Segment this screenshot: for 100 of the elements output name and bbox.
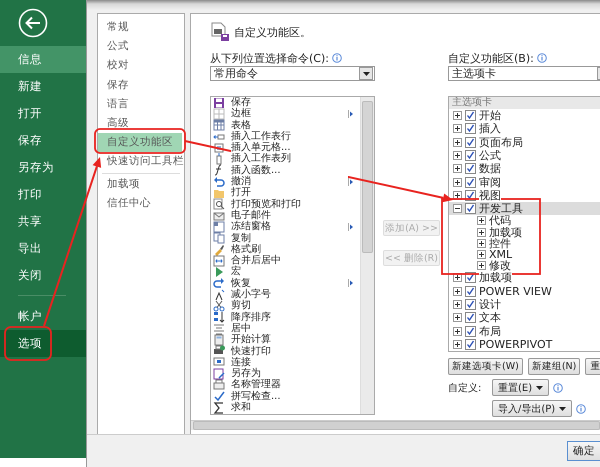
- checkbox[interactable]: [465, 203, 476, 214]
- expand-icon[interactable]: [453, 164, 462, 174]
- reset-button[interactable]: 重置(E): [492, 379, 550, 396]
- category-item[interactable]: 校对: [98, 56, 184, 76]
- ok-button[interactable]: 确定: [567, 441, 600, 461]
- sidebar-item[interactable]: 另存为: [0, 154, 86, 181]
- pane-grid-icon: [213, 220, 225, 233]
- customize-label: 自定义:: [448, 382, 482, 394]
- sidebar-item[interactable]: 关闭: [0, 262, 86, 289]
- tree-item[interactable]: 开发工具: [449, 202, 600, 216]
- checkbox[interactable]: [465, 312, 476, 324]
- expand-icon[interactable]: [453, 326, 462, 336]
- magnifier-icon: [213, 198, 225, 210]
- tree-item[interactable]: 视图: [449, 188, 505, 202]
- info-icon: [536, 53, 547, 63]
- tree-item[interactable]: 控件: [449, 238, 515, 249]
- category-item[interactable]: 加载项: [98, 174, 184, 194]
- expand-icon[interactable]: [453, 313, 462, 322]
- category-item[interactable]: 自定义功能区: [98, 133, 182, 152]
- checkbox[interactable]: [465, 338, 476, 350]
- highlight-frame: [4, 326, 52, 361]
- sigma-icon: [213, 402, 225, 414]
- grid-icon: [213, 108, 225, 120]
- sidebar-item[interactable]: 打印: [0, 181, 86, 208]
- sidebar-item[interactable]: 打开: [0, 100, 86, 127]
- horizontal-scrollbar[interactable]: [191, 420, 600, 430]
- undo-icon: [213, 176, 225, 188]
- expand-icon[interactable]: [453, 151, 462, 160]
- tree-item[interactable]: 插入: [449, 122, 505, 136]
- command-item[interactable]: 撤消: [231, 176, 348, 188]
- collapse-icon[interactable]: [453, 204, 462, 214]
- category-item[interactable]: 公式: [98, 37, 184, 56]
- tree-item[interactable]: 设计: [449, 298, 505, 312]
- rename-button[interactable]: 重: [585, 358, 600, 375]
- table-icon: [213, 119, 225, 132]
- tree-item[interactable]: 修改: [449, 260, 515, 272]
- checkbox[interactable]: [465, 123, 476, 134]
- expand-icon[interactable]: [453, 111, 462, 120]
- checkbox[interactable]: [465, 326, 476, 337]
- info-icon: [332, 53, 342, 63]
- category-item[interactable]: 快速访问工具栏: [98, 152, 184, 172]
- tree-item[interactable]: 公式: [449, 148, 505, 162]
- expand-icon[interactable]: [453, 340, 462, 349]
- sidebar-item[interactable]: 共享: [0, 208, 86, 235]
- checkbox[interactable]: [465, 163, 476, 174]
- ribbon-source-dropdown[interactable]: 主选项卡: [448, 66, 600, 81]
- info-icon: [553, 382, 564, 392]
- sidebar-item[interactable]: 导出: [0, 235, 86, 262]
- category-item[interactable]: 信任中心: [98, 194, 184, 213]
- redo-icon: [213, 277, 225, 290]
- commands-label: 从下列位置选择命令(C):: [210, 50, 329, 66]
- expand-icon[interactable]: [477, 228, 486, 237]
- sidebar-item[interactable]: 选项: [0, 330, 86, 357]
- expand-icon[interactable]: [477, 216, 486, 226]
- tree-item[interactable]: 审阅: [449, 175, 505, 189]
- expand-icon[interactable]: [453, 124, 462, 134]
- tree-item[interactable]: 开始: [449, 109, 505, 122]
- sidebar-item[interactable]: 帐户: [0, 303, 86, 330]
- expand-icon[interactable]: [477, 250, 486, 260]
- tree-item[interactable]: 加载项: [449, 226, 526, 238]
- checkbox[interactable]: [465, 286, 476, 297]
- sidebar-item[interactable]: 新建: [0, 73, 86, 100]
- category-item[interactable]: 保存: [98, 76, 184, 95]
- checkbox[interactable]: [465, 150, 476, 162]
- expand-icon[interactable]: [453, 300, 462, 310]
- caret-icon: [536, 386, 544, 390]
- copy-icon: [213, 232, 225, 244]
- vertical-scrollbar[interactable]: [360, 97, 374, 414]
- expand-icon[interactable]: [453, 178, 462, 187]
- tree-item[interactable]: 页面布局: [449, 136, 527, 149]
- tree-item[interactable]: 代码: [449, 215, 515, 227]
- category-item[interactable]: 常规: [98, 18, 184, 38]
- checkbox[interactable]: [465, 176, 476, 188]
- envelope-icon: [213, 210, 225, 222]
- expand-icon[interactable]: [453, 190, 462, 200]
- expand-icon[interactable]: [477, 261, 486, 270]
- caret-icon: [559, 406, 566, 410]
- folder-icon: [213, 187, 225, 200]
- ribbon-label: 自定义功能区(B):: [448, 50, 534, 66]
- expand-icon[interactable]: [453, 286, 462, 296]
- category-item[interactable]: 高级: [98, 114, 184, 134]
- expand-icon[interactable]: [453, 138, 462, 147]
- checkbox[interactable]: [465, 299, 476, 310]
- commands-source-dropdown[interactable]: 常用命令: [210, 66, 375, 81]
- tree-item[interactable]: XML: [449, 248, 516, 260]
- tree-item[interactable]: 数据: [449, 162, 505, 176]
- category-item[interactable]: 语言: [98, 94, 184, 114]
- sidebar-item[interactable]: 保存: [0, 127, 86, 154]
- checkbox[interactable]: [465, 110, 476, 122]
- new-tab-button[interactable]: 新建选项卡(W): [448, 358, 523, 375]
- sidebar-item[interactable]: 信息: [0, 46, 86, 73]
- new-group-button[interactable]: 新建组(N): [528, 358, 580, 375]
- calculator-icon: [213, 334, 225, 346]
- tree-item[interactable]: 文本: [449, 311, 505, 324]
- brush-icon: [213, 244, 225, 256]
- tree-item[interactable]: 加载项: [449, 271, 516, 285]
- tree-item[interactable]: 布局: [449, 324, 505, 338]
- checkbox[interactable]: [465, 136, 476, 148]
- import-export-button[interactable]: 导入/导出(P): [492, 400, 572, 417]
- expand-icon[interactable]: [477, 238, 486, 248]
